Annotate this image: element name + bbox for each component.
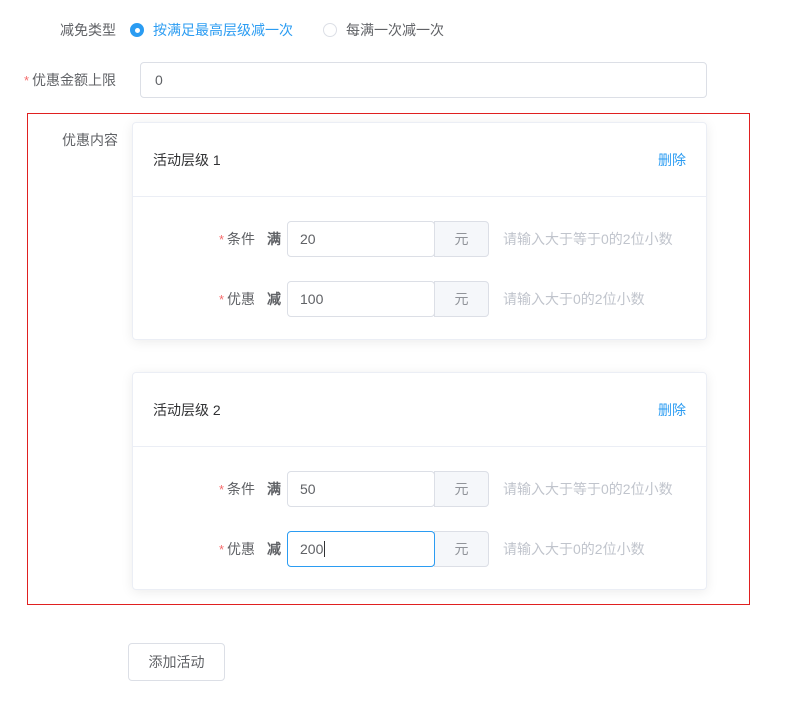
promotion-form: 减免类型 按满足最高层级减一次 每满一次减一次 *优惠金额上限 优惠内容 活动 xyxy=(0,0,812,681)
input-hint: 请输入大于等于0的2位小数 xyxy=(503,229,673,249)
condition-keyword: 满 xyxy=(267,231,281,247)
reduction-type-radio-group: 按满足最高层级减一次 每满一次减一次 xyxy=(130,20,474,40)
discount-row: *优惠减 元 请输入大于0的2位小数 xyxy=(153,281,686,317)
condition-row: *条件满 元 请输入大于等于0的2位小数 xyxy=(153,471,686,507)
input-hint: 请输入大于0的2位小数 xyxy=(503,539,645,559)
discount-content-label: 优惠内容 xyxy=(28,122,132,150)
unit-suffix: 元 xyxy=(434,471,489,507)
required-asterisk: * xyxy=(219,232,224,247)
radio-option-label: 按满足最高层级减一次 xyxy=(153,20,293,40)
tier-title: 活动层级 1 xyxy=(153,150,221,170)
unit-suffix: 元 xyxy=(434,281,489,317)
discount-content-box: 优惠内容 活动层级 1 删除 *条件满 元 xyxy=(27,113,750,605)
condition-row: *条件满 元 请输入大于等于0的2位小数 xyxy=(153,221,686,257)
input-hint: 请输入大于0的2位小数 xyxy=(503,289,645,309)
input-wrap xyxy=(287,221,435,257)
text-caret xyxy=(324,541,325,557)
discount-cap-row: *优惠金额上限 xyxy=(0,62,812,98)
discount-label-text: 优惠 xyxy=(227,291,255,307)
condition-input-group: 元 xyxy=(287,221,489,257)
radio-option-label: 每满一次减一次 xyxy=(346,20,444,40)
input-wrap xyxy=(287,531,435,567)
discount-keyword: 减 xyxy=(267,291,281,307)
delete-tier-link[interactable]: 删除 xyxy=(658,150,686,170)
discount-label: *优惠减 xyxy=(153,539,281,559)
discount-cap-input[interactable] xyxy=(140,62,707,98)
radio-checked-icon xyxy=(130,23,144,37)
reduction-type-row: 减免类型 按满足最高层级减一次 每满一次减一次 xyxy=(0,20,812,40)
discount-cap-label-text: 优惠金额上限 xyxy=(32,72,116,88)
required-asterisk: * xyxy=(219,482,224,497)
tier-card-header: 活动层级 2 删除 xyxy=(133,373,706,447)
tier-card-list: 活动层级 1 删除 *条件满 元 请输入大于等于0的2位小数 xyxy=(132,122,707,590)
required-asterisk: * xyxy=(24,73,29,88)
reduction-type-label: 减免类型 xyxy=(0,20,130,40)
tier-card-body: *条件满 元 请输入大于等于0的2位小数 *优惠减 元 xyxy=(133,197,706,339)
input-hint: 请输入大于等于0的2位小数 xyxy=(503,479,673,499)
condition-label: *条件满 xyxy=(153,479,281,499)
condition-label: *条件满 xyxy=(153,229,281,249)
discount-label-text: 优惠 xyxy=(227,541,255,557)
required-asterisk: * xyxy=(219,292,224,307)
required-asterisk: * xyxy=(219,542,224,557)
delete-tier-link[interactable]: 删除 xyxy=(658,400,686,420)
discount-row: *优惠减 元 请输入大于0的2位小数 xyxy=(153,531,686,567)
tier-title: 活动层级 2 xyxy=(153,400,221,420)
discount-content-row: 优惠内容 活动层级 1 删除 *条件满 元 xyxy=(28,122,749,590)
unit-suffix: 元 xyxy=(434,221,489,257)
input-wrap xyxy=(287,281,435,317)
condition-amount-input[interactable] xyxy=(287,221,435,257)
radio-option-highest-tier[interactable]: 按满足最高层级减一次 xyxy=(130,20,293,40)
discount-amount-input[interactable] xyxy=(287,281,435,317)
discount-amount-input-focused[interactable] xyxy=(287,531,435,567)
tier-card-1: 活动层级 1 删除 *条件满 元 请输入大于等于0的2位小数 xyxy=(132,122,707,340)
condition-input-group: 元 xyxy=(287,471,489,507)
condition-label-text: 条件 xyxy=(227,481,255,497)
condition-label-text: 条件 xyxy=(227,231,255,247)
input-wrap xyxy=(287,471,435,507)
discount-label: *优惠减 xyxy=(153,289,281,309)
unit-suffix: 元 xyxy=(434,531,489,567)
discount-input-group: 元 xyxy=(287,531,489,567)
tier-card-2: 活动层级 2 删除 *条件满 元 请输入大于等于0的2位小数 xyxy=(132,372,707,590)
tier-card-header: 活动层级 1 删除 xyxy=(133,123,706,197)
radio-option-every-time[interactable]: 每满一次减一次 xyxy=(323,20,444,40)
condition-amount-input[interactable] xyxy=(287,471,435,507)
condition-keyword: 满 xyxy=(267,481,281,497)
tier-card-body: *条件满 元 请输入大于等于0的2位小数 *优惠减 元 xyxy=(133,447,706,589)
discount-input-group: 元 xyxy=(287,281,489,317)
radio-unchecked-icon xyxy=(323,23,337,37)
discount-keyword: 减 xyxy=(267,541,281,557)
add-activity-button[interactable]: 添加活动 xyxy=(128,643,225,681)
discount-cap-label: *优惠金额上限 xyxy=(0,70,130,91)
